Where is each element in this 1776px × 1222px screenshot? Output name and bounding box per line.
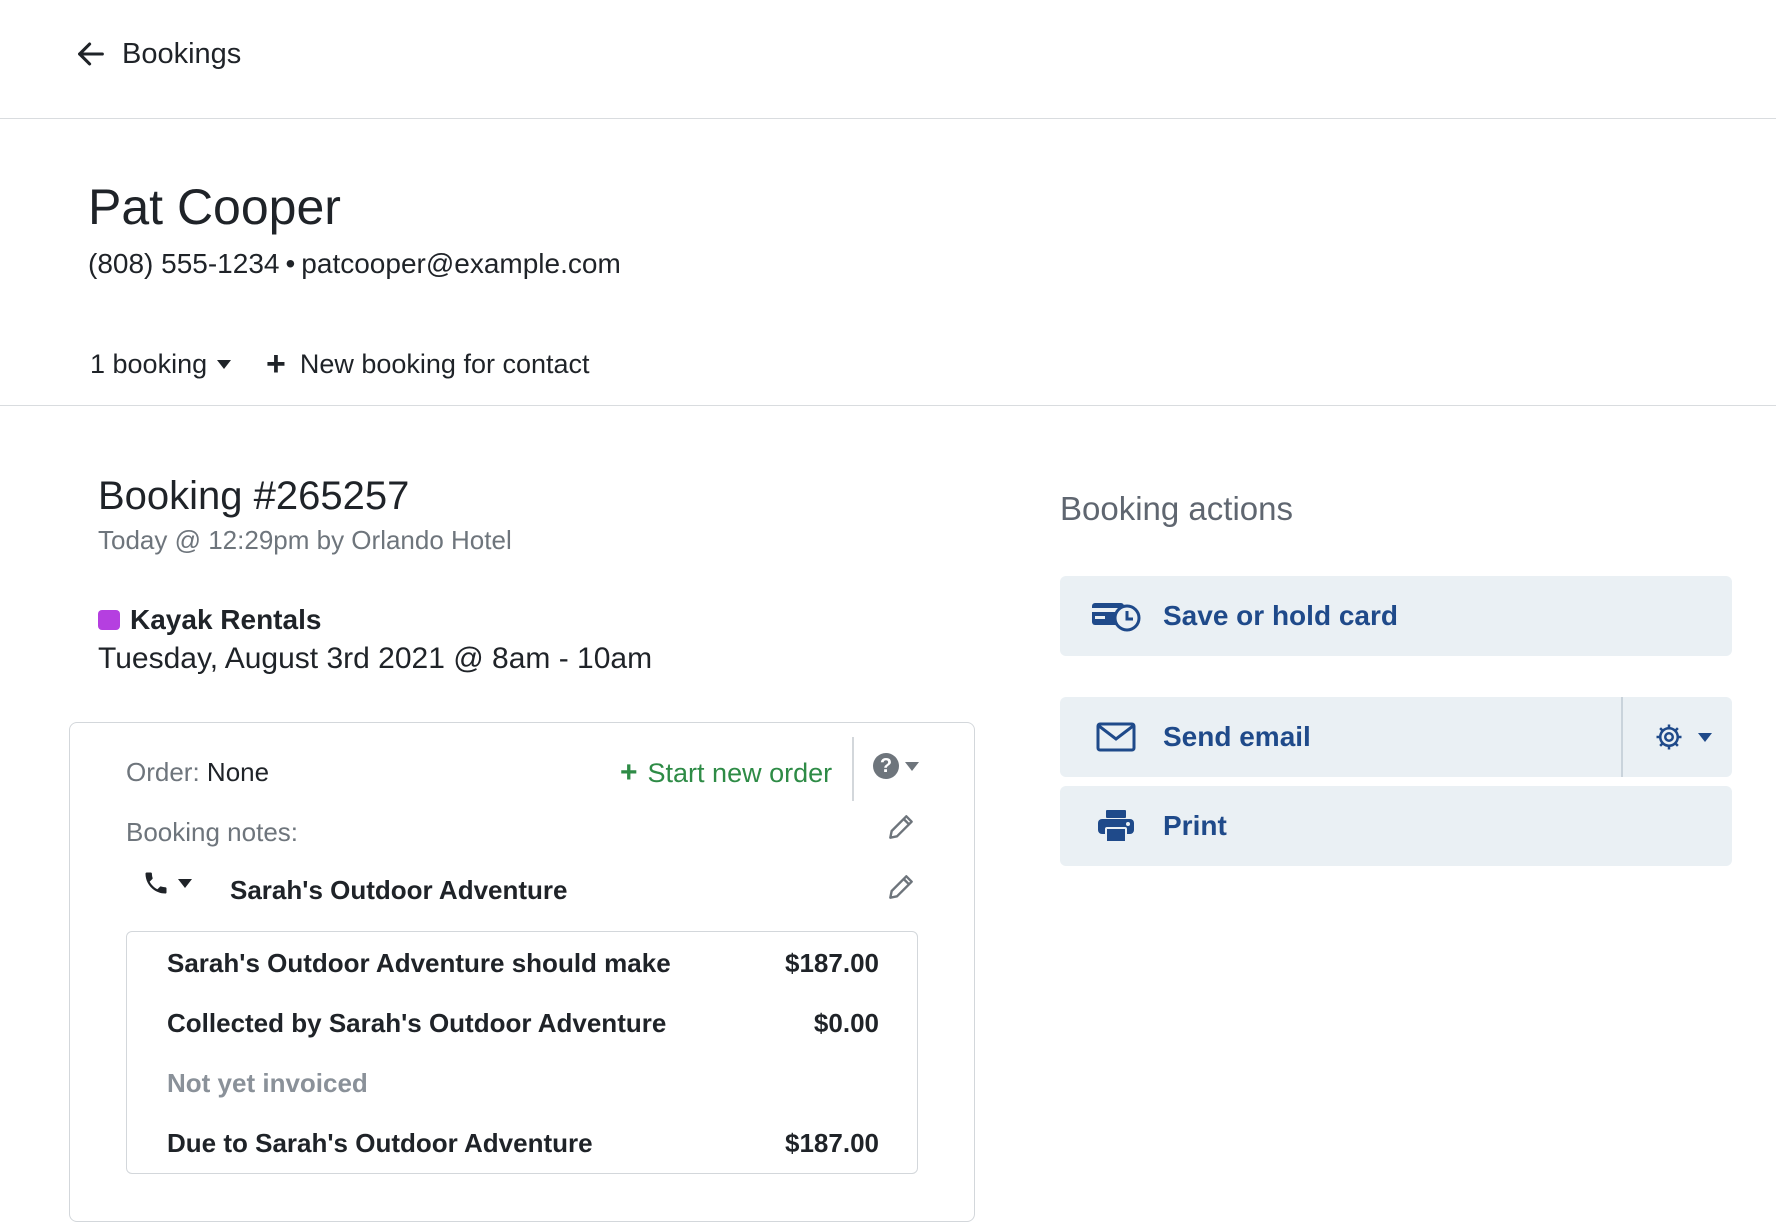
question-circle-icon: ? [873,753,899,779]
bookings-count: 1 booking [90,348,208,379]
summary-row: Collected by Sarah's Outdoor Adventure $… [167,1008,879,1039]
summary-label: Collected by Sarah's Outdoor Adventure [167,1008,667,1038]
summary-value: $187.00 [785,1128,879,1158]
caret-down-icon [217,359,232,369]
gear-icon [1656,724,1682,750]
contact-phone: (808) 555-1234 [88,248,280,279]
help-dropdown[interactable]: ? [873,753,919,779]
plus-icon: + [620,756,638,789]
send-email-label: Send email [1163,721,1311,752]
activity-date-time: Tuesday, August 3rd 2021 @ 8am - 10am [98,642,653,675]
print-button[interactable]: Print [1060,786,1732,866]
pencil-icon[interactable] [885,871,917,903]
order-label: Order: [126,757,200,787]
arrow-left-icon [78,42,104,66]
booking-actions-title: Booking actions [1060,490,1293,527]
summary-value: $0.00 [813,1008,879,1038]
new-booking-button[interactable]: + New booking for contact [266,344,590,384]
new-booking-label: New booking for contact [299,348,590,379]
summary-label: Sarah's Outdoor Adventure should make [167,948,671,978]
phone-icon [145,872,167,894]
save-or-hold-card-button[interactable]: Save or hold card [1060,576,1732,656]
plus-icon: + [266,345,286,383]
email-settings-dropdown[interactable] [1634,697,1732,777]
contact-name: Pat Cooper [88,179,341,235]
caret-down-icon [178,878,192,888]
activity-header: Kayak Rentals [98,604,321,636]
send-email-button[interactable]: Send email [1060,697,1732,777]
card-clock-icon [1090,596,1142,636]
contact-toolbar: 1 booking + New booking for contact [0,334,1776,406]
summary-row: Not yet invoiced [167,1068,879,1099]
back-label: Bookings [122,37,242,70]
provider-name: Sarah's Outdoor Adventure [230,875,568,905]
contact-email: patcooper@example.com [301,248,621,279]
booking-notes-label: Booking notes: [126,817,299,847]
activity-name: Kayak Rentals [130,604,322,635]
payment-summary: Sarah's Outdoor Adventure should make $1… [126,931,918,1174]
separator-dot: • [285,248,296,279]
top-bar: Bookings [0,0,1776,119]
contact-info: (808) 555-1234 • patcooper@example.com [88,248,621,280]
order-value: None [206,757,270,787]
envelope-icon [1090,717,1142,757]
order-status: Order: None [126,757,269,788]
save-or-hold-card-label: Save or hold card [1163,600,1398,631]
pencil-icon[interactable] [885,811,917,843]
start-new-order-label: Start new order [647,757,833,788]
caret-down-icon [905,761,919,771]
start-new-order-button[interactable]: + Start new order [620,755,832,791]
summary-row: Sarah's Outdoor Adventure should make $1… [167,948,879,979]
summary-label: Due to Sarah's Outdoor Adventure [167,1128,593,1158]
booking-subtitle: Today @ 12:29pm by Orlando Hotel [98,525,512,555]
summary-row: Due to Sarah's Outdoor Adventure $187.00 [167,1128,879,1159]
back-to-bookings-link[interactable]: Bookings [74,34,241,74]
divider [852,737,854,801]
print-label: Print [1163,810,1227,841]
activity-color-swatch [98,610,120,630]
bookings-dropdown[interactable]: 1 booking [90,344,232,384]
summary-value: $187.00 [785,948,879,978]
divider [1621,697,1623,777]
printer-icon [1090,806,1142,846]
contact-method-dropdown[interactable] [142,869,192,897]
order-card: Order: None + Start new order ? Booking … [69,722,975,1222]
caret-down-icon [1698,732,1712,742]
booking-title: Booking #265257 [98,474,410,518]
summary-label: Not yet invoiced [167,1068,368,1098]
